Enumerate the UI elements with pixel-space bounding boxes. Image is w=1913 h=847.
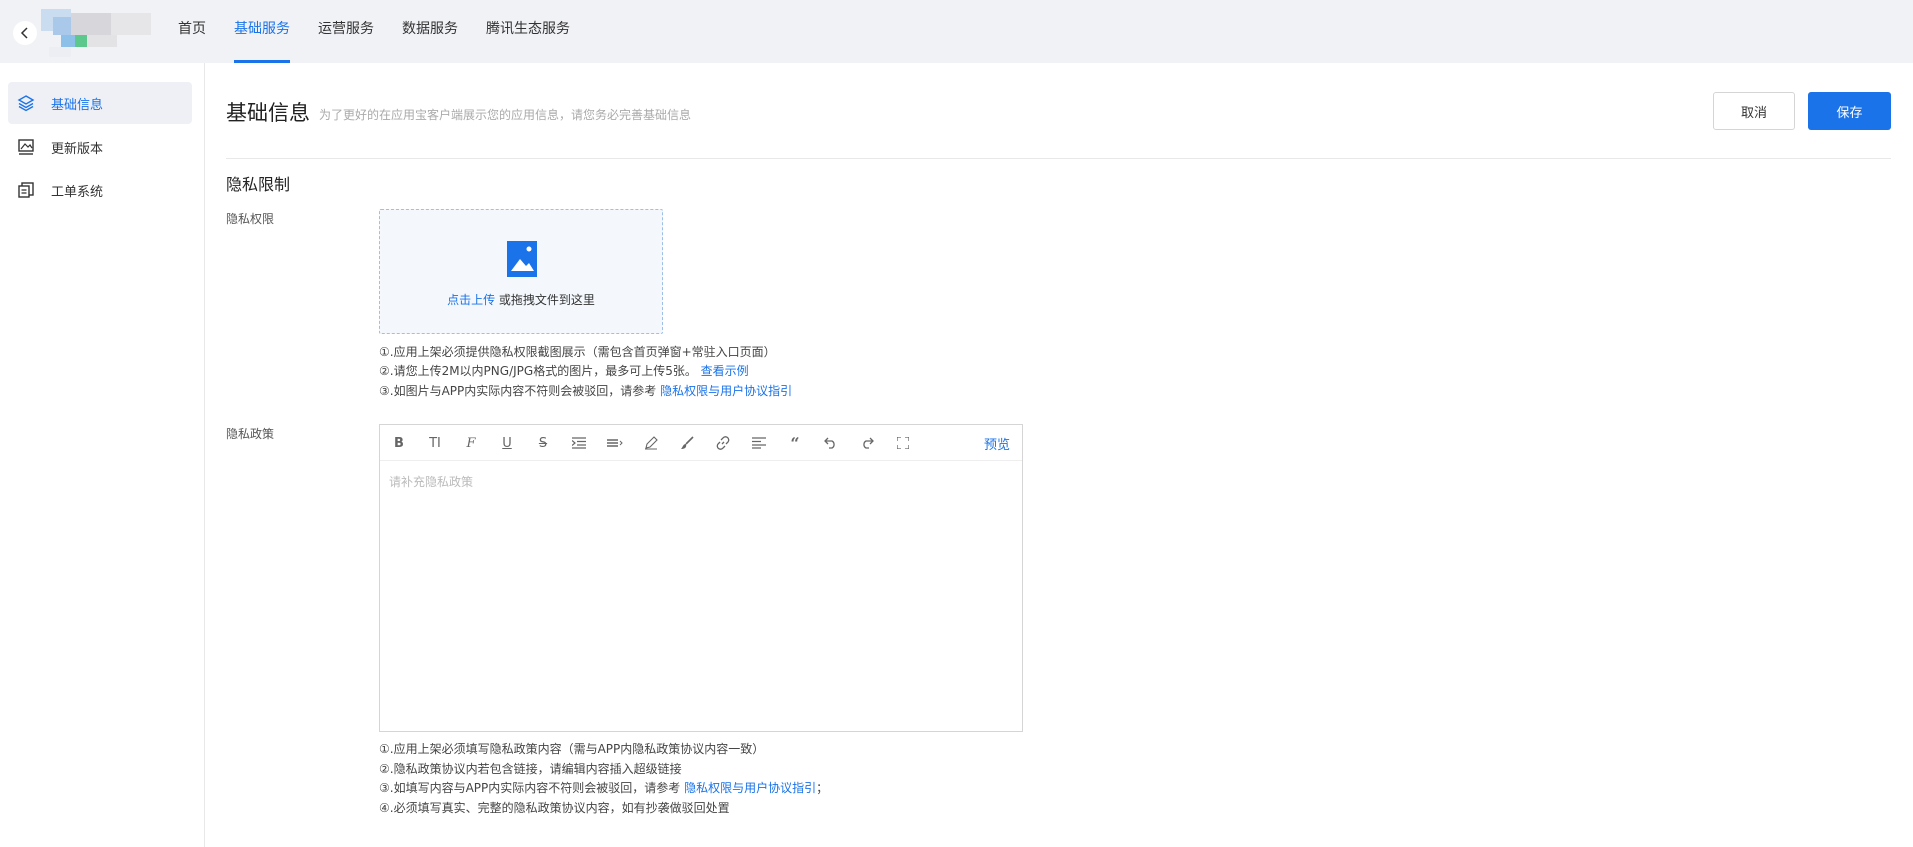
sidebar-item-label: 更新版本 (51, 141, 104, 157)
permission-hint-3-text: ③.如图片与APP内实际内容不符则会被驳回，请参考 (379, 384, 661, 398)
image-frame-icon (16, 137, 36, 157)
sidebar-item-basic-info[interactable]: 基础信息 (8, 82, 192, 124)
strikethrough-icon[interactable]: S (532, 433, 554, 453)
sidebar-item-label: 基础信息 (51, 97, 104, 113)
nav-tencent-ecosystem[interactable]: 腾讯生态服务 (472, 0, 584, 63)
fullscreen-icon[interactable] (892, 433, 914, 453)
policy-hint-3-suffix: ； (816, 781, 829, 795)
editor-toolbar: B TI F U S “ 预览 (380, 425, 1022, 461)
save-button[interactable]: 保存 (1808, 92, 1891, 130)
cancel-button[interactable]: 取消 (1713, 92, 1795, 130)
line-height-icon[interactable] (604, 433, 626, 453)
undo-icon[interactable] (820, 433, 842, 453)
align-left-icon[interactable] (748, 433, 770, 453)
sidebar: 基础信息 更新版本 工单系统 (0, 63, 205, 847)
privacy-permission-label: 隐私权限 (226, 212, 275, 226)
page-title: 基础信息 (226, 101, 310, 125)
editor-placeholder: 请补充隐私政策 (389, 475, 474, 489)
policy-guide-link[interactable]: 隐私权限与用户协议指引 (684, 781, 816, 795)
top-nav-bar: 首页 基础服务 运营服务 数据服务 腾讯生态服务 (0, 0, 1913, 63)
privacy-policy-label: 隐私政策 (226, 427, 275, 441)
nav-data-services[interactable]: 数据服务 (388, 0, 472, 63)
upload-drag-text: 或拖拽文件到这里 (495, 293, 595, 307)
underline-icon[interactable]: U (496, 433, 518, 453)
font-size-icon[interactable]: TI (424, 433, 446, 453)
quote-icon[interactable]: “ (784, 433, 806, 453)
highlight-pen-icon[interactable] (640, 433, 662, 453)
preview-button[interactable]: 预览 (984, 434, 1010, 453)
permission-hint-3: ③.如图片与APP内实际内容不符则会被驳回，请参考 隐私权限与用户协议指引 (379, 382, 792, 399)
bold-icon[interactable]: B (388, 433, 410, 453)
policy-hint-3: ③.如填写内容与APP内实际内容不符则会被驳回，请参考 隐私权限与用户协议指引； (379, 779, 828, 796)
sidebar-item-label: 工单系统 (51, 184, 104, 200)
sidebar-item-update-version[interactable]: 更新版本 (8, 126, 192, 168)
page-subtitle: 为了更好的在应用宝客户端展示您的应用信息，请您务必完善基础信息 (319, 108, 692, 122)
privacy-guide-link[interactable]: 隐私权限与用户协议指引 (660, 384, 792, 398)
app-logo (41, 9, 151, 57)
image-upload-dropzone[interactable]: 点击上传 或拖拽文件到这里 (379, 209, 663, 334)
indent-icon[interactable] (568, 433, 590, 453)
permission-hint-2-text: ②.请您上传2M以内PNG/JPG格式的图片，最多可上传5张。 (379, 364, 697, 378)
view-example-link[interactable]: 查看示例 (701, 364, 749, 378)
privacy-policy-editor[interactable]: B TI F U S “ 预览 请补充隐私政策 (379, 424, 1023, 732)
back-button[interactable] (13, 21, 37, 45)
nav-home[interactable]: 首页 (164, 0, 220, 63)
link-icon[interactable] (712, 433, 734, 453)
permission-hint-1: ①.应用上架必须提供隐私权限截图展示（需包含首页弹窗+常驻入口页面） (379, 345, 776, 359)
permission-hint-2: ②.请您上传2M以内PNG/JPG格式的图片，最多可上传5张。 查看示例 (379, 362, 749, 379)
nav-basic-services[interactable]: 基础服务 (220, 0, 304, 63)
image-upload-icon (507, 241, 537, 277)
upload-prompt: 点击上传 或拖拽文件到这里 (380, 291, 662, 308)
sidebar-item-ticket-system[interactable]: 工单系统 (8, 169, 192, 211)
chevron-left-icon (20, 27, 28, 39)
font-family-icon[interactable]: F (460, 433, 482, 453)
click-upload-link[interactable]: 点击上传 (447, 293, 495, 307)
policy-hint-3-text: ③.如填写内容与APP内实际内容不符则会被驳回，请参考 (379, 781, 685, 795)
header-divider (226, 158, 1891, 159)
policy-hint-1: ①.应用上架必须填写隐私政策内容（需与APP内隐私政策协议内容一致） (379, 742, 765, 756)
section-title: 隐私限制 (226, 175, 291, 194)
brush-icon[interactable] (676, 433, 698, 453)
policy-hint-4: ④.必须填写真实、完整的隐私政策协议内容，如有抄袭做驳回处置 (379, 801, 730, 815)
layers-icon (16, 93, 36, 113)
nav-operation-services[interactable]: 运营服务 (304, 0, 388, 63)
redo-icon[interactable] (856, 433, 878, 453)
copy-document-icon (16, 180, 36, 200)
main-nav: 首页 基础服务 运营服务 数据服务 腾讯生态服务 (164, 0, 584, 63)
policy-hint-2: ②.隐私政策协议内若包含链接，请编辑内容插入超级链接 (379, 762, 682, 776)
